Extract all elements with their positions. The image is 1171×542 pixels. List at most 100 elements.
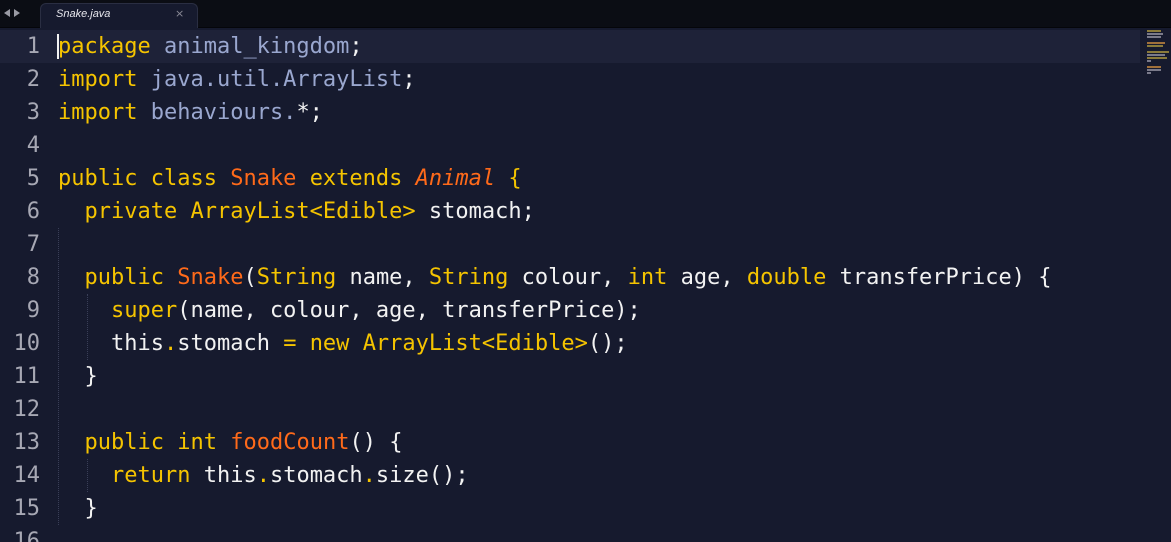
- code-token: import: [58, 67, 138, 92]
- minimap[interactable]: [1147, 30, 1171, 82]
- code-token: stomach;: [415, 199, 535, 224]
- code-token: ;: [349, 34, 363, 59]
- code-token: ;: [402, 67, 416, 92]
- code-token: transferPrice) {: [826, 265, 1052, 290]
- line-number: 2: [26, 67, 40, 92]
- code-token: animal_kingdom: [163, 34, 350, 59]
- code-token: int: [177, 430, 217, 455]
- code-token: String: [428, 265, 509, 290]
- line-number-gutter: 1 2 3 4 5 6 7 8 9 10 11 12 13 14 15 16: [0, 30, 41, 542]
- code-line[interactable]: import java.util.ArrayList;: [58, 63, 1052, 96]
- code-token: name,: [336, 265, 429, 290]
- code-token: }: [58, 364, 98, 389]
- line-number: 4: [26, 133, 40, 158]
- text-cursor: [57, 34, 59, 59]
- code-line[interactable]: private ArrayList<Edible> stomach;: [58, 195, 1052, 228]
- code-line[interactable]: }: [58, 360, 1052, 393]
- code-line[interactable]: public class Snake extends Animal {: [58, 162, 1052, 195]
- code-token: String: [256, 265, 337, 290]
- code-token: stomach: [177, 331, 284, 356]
- code-token: ArrayList<Edible>: [190, 199, 416, 224]
- indent-guide: [87, 459, 88, 492]
- line-number: 1: [26, 34, 40, 59]
- line-number: 9: [26, 298, 40, 323]
- indent-guide: [87, 294, 88, 360]
- code-token: public: [84, 430, 164, 455]
- code-token: =: [283, 331, 297, 356]
- code-token: int: [627, 265, 668, 290]
- line-number: 16: [13, 529, 41, 542]
- code-line[interactable]: package animal_kingdom;: [57, 30, 1052, 63]
- code-token: private: [84, 199, 178, 224]
- code-token: return: [110, 463, 191, 488]
- line-number: 15: [13, 496, 41, 521]
- tab-scroll-left-icon[interactable]: [4, 9, 10, 17]
- code-line[interactable]: return this.stomach.size();: [58, 459, 1052, 492]
- code-token: java.util.ArrayList: [150, 67, 403, 92]
- code-token: ();: [587, 331, 628, 356]
- code-line[interactable]: super(name, colour, age, transferPrice);: [58, 294, 1052, 327]
- code-token: Animal: [415, 166, 496, 191]
- code-line[interactable]: [58, 129, 1052, 162]
- code-token: double: [746, 265, 827, 290]
- code-token: this: [190, 463, 257, 488]
- line-number: 14: [13, 463, 41, 488]
- line-number: 6: [26, 199, 40, 224]
- code-token: {: [508, 166, 522, 191]
- tab-scroll-right-icon[interactable]: [14, 9, 20, 17]
- line-number: 5: [26, 166, 40, 191]
- tab-navigation: [4, 6, 20, 20]
- code-token: *;: [296, 100, 323, 125]
- code-editor[interactable]: 1 2 3 4 5 6 7 8 9 10 11 12 13 14 15 16 package animal_k…: [0, 29, 1171, 542]
- close-tab-icon[interactable]: ×: [175, 7, 184, 20]
- code-token: (: [243, 265, 257, 290]
- code-line[interactable]: [58, 228, 1052, 261]
- code-line[interactable]: public int foodCount() {: [58, 426, 1052, 459]
- line-number: 3: [26, 100, 40, 125]
- code-area[interactable]: package animal_kingdom; import java.util.…: [57, 30, 1052, 542]
- code-token: stomach: [269, 463, 363, 488]
- code-line[interactable]: public Snake(String name, String colour,…: [58, 261, 1052, 294]
- code-token: public class: [58, 166, 217, 191]
- line-number: 13: [13, 430, 41, 455]
- code-line[interactable]: [58, 393, 1052, 426]
- code-line[interactable]: import behaviours.*;: [58, 96, 1052, 129]
- line-number: 8: [26, 265, 40, 290]
- code-token: behaviours.: [150, 100, 297, 125]
- code-token: Snake: [230, 166, 297, 191]
- code-line[interactable]: this.stomach = new ArrayList<Edible>();: [58, 327, 1052, 360]
- code-token: import: [58, 100, 138, 125]
- code-token: (name, colour, age, transferPrice);: [177, 298, 641, 323]
- indent-guide: [58, 228, 59, 525]
- code-token: foodCount: [230, 430, 350, 455]
- code-token: .: [362, 463, 376, 488]
- code-token: colour,: [508, 265, 628, 290]
- code-token: size();: [375, 463, 469, 488]
- code-token: }: [58, 496, 98, 521]
- code-token: ArrayList<Edible>: [362, 331, 588, 356]
- code-line[interactable]: [58, 525, 1052, 542]
- code-line[interactable]: }: [58, 492, 1052, 525]
- code-token: this: [58, 331, 164, 356]
- tab-snake-java[interactable]: Snake.java ×: [40, 3, 198, 28]
- code-token: public: [84, 265, 164, 290]
- line-number: 11: [13, 364, 41, 389]
- code-token: age,: [667, 265, 747, 290]
- tab-label: Snake.java: [56, 8, 111, 20]
- line-number: 7: [26, 232, 40, 257]
